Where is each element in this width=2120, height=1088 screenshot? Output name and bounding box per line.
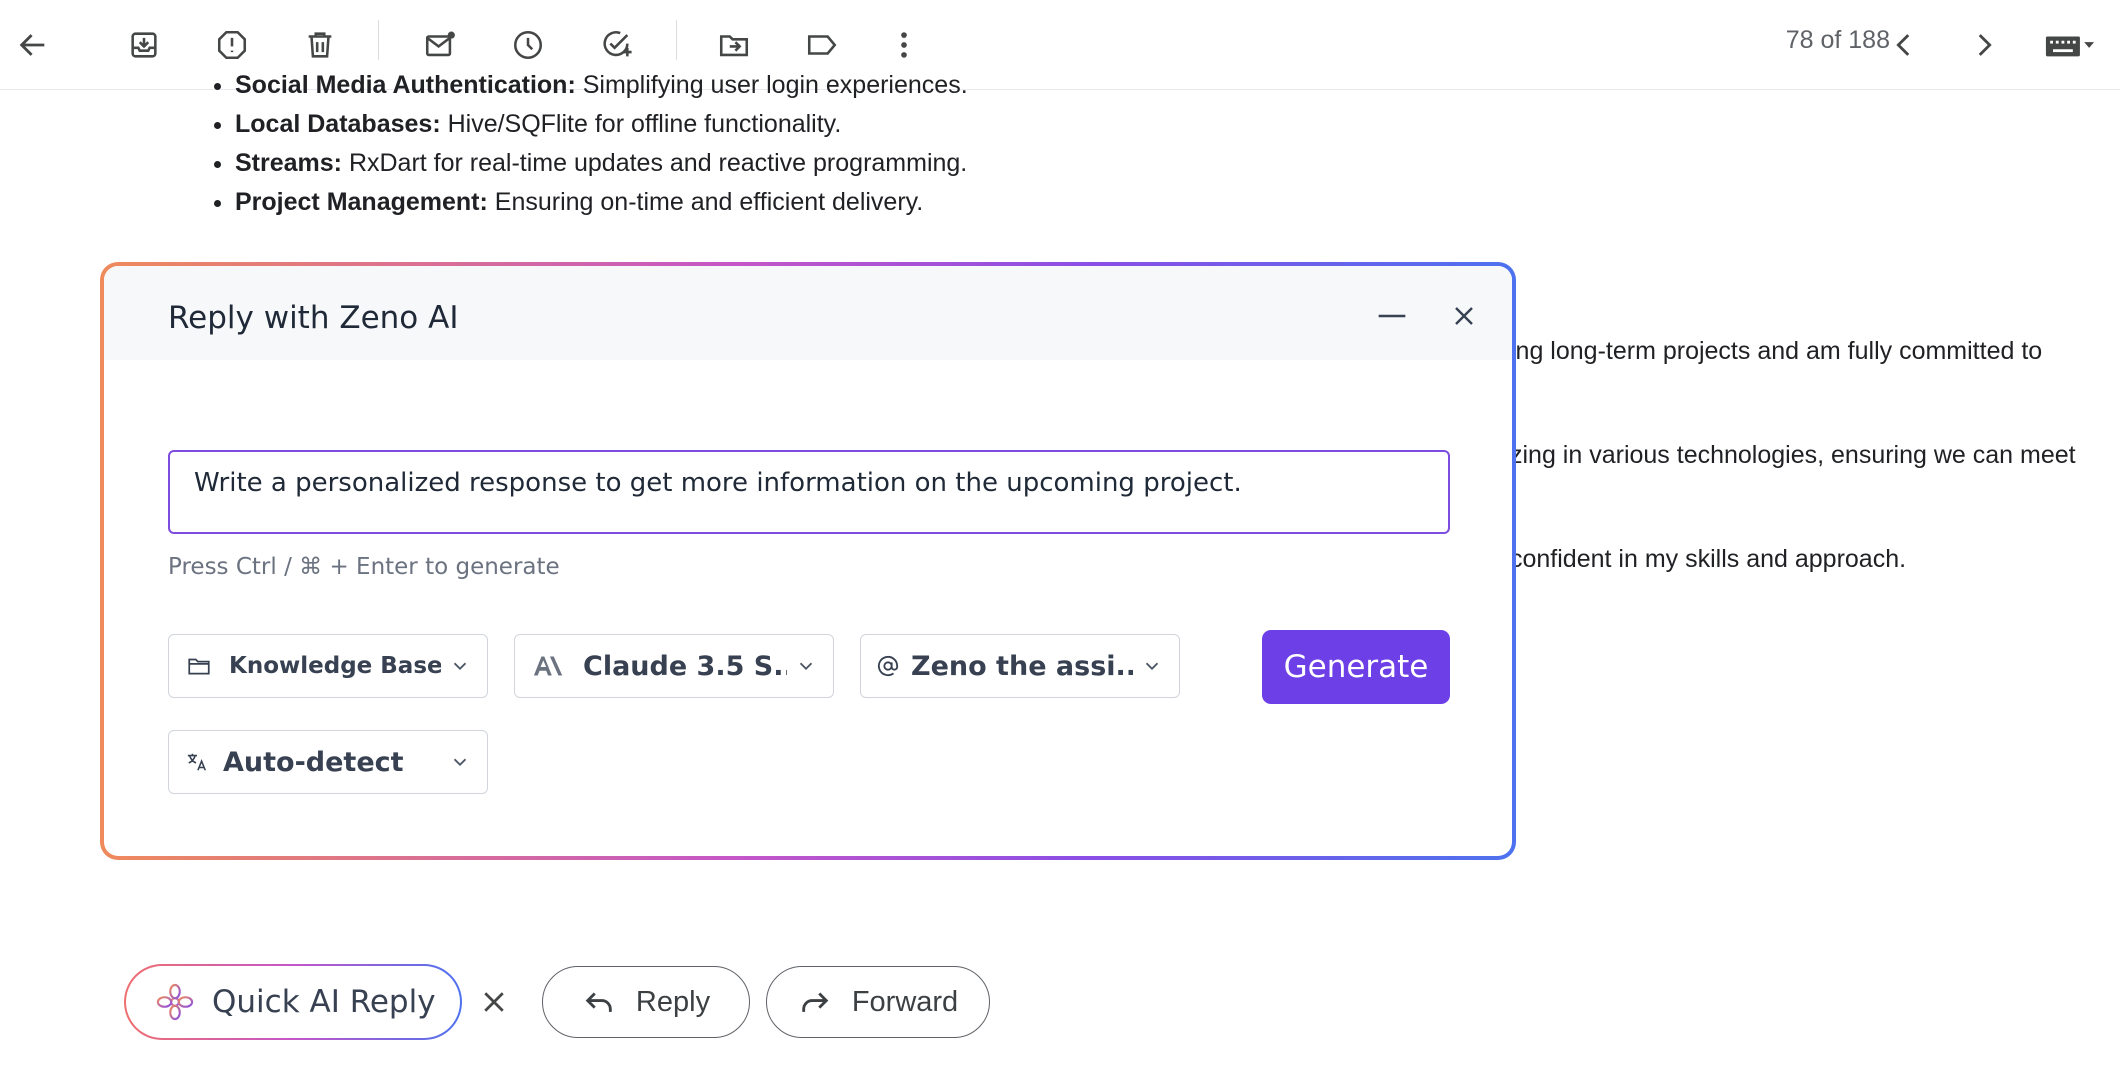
- zeno-reply-dialog: Reply with Zeno AI Press Ctrl / ⌘ + Ente…: [100, 262, 1516, 860]
- persona-label: Zeno the assi...: [911, 650, 1133, 682]
- chevron-down-icon: [1145, 662, 1159, 671]
- reply-button[interactable]: Reply: [542, 966, 750, 1038]
- prompt-input[interactable]: [168, 450, 1450, 534]
- chevron-down-icon: [453, 758, 467, 767]
- body-text-line: confident in my skills and approach.: [1510, 545, 1907, 573]
- forward-icon: [802, 992, 829, 1012]
- dismiss-quick-reply-button[interactable]: [476, 984, 512, 1020]
- quick-ai-reply-inner: Quick AI Reply: [126, 966, 460, 1038]
- close-icon: [1455, 307, 1473, 325]
- forward-label: Forward: [851, 985, 959, 1018]
- dialog-header: Reply with Zeno AI: [104, 266, 1512, 360]
- model-select[interactable]: Claude 3.5 S...: [514, 634, 834, 698]
- language-label: Auto-detect: [223, 746, 404, 778]
- quick-ai-reply-label: Quick AI Reply: [212, 984, 436, 1020]
- language-select[interactable]: Auto-detect: [168, 730, 488, 794]
- folder-icon: [185, 652, 213, 680]
- dialog-panel: Reply with Zeno AI Press Ctrl / ⌘ + Ente…: [104, 266, 1512, 856]
- flower-icon: [156, 983, 194, 1021]
- model-label: Claude 3.5 S...: [583, 650, 787, 682]
- list-item: Social Media Authentication: Simplifying…: [235, 66, 968, 105]
- dialog-title: Reply with Zeno AI: [168, 300, 459, 336]
- generate-button[interactable]: Generate: [1262, 630, 1450, 704]
- close-icon: [484, 992, 504, 1012]
- persona-select[interactable]: Zeno the assi...: [860, 634, 1180, 698]
- knowledge-base-select[interactable]: Knowledge Base: [168, 634, 488, 698]
- knowledge-base-label: Knowledge Base: [229, 653, 441, 679]
- skills-list: Social Media Authentication: Simplifying…: [210, 66, 968, 222]
- reply-label: Reply: [635, 985, 711, 1018]
- list-item: Local Databases: Hive/SQFlite for offlin…: [235, 105, 968, 144]
- close-dialog-button[interactable]: [1444, 296, 1484, 336]
- minimize-button[interactable]: [1372, 296, 1412, 336]
- quick-ai-reply-button[interactable]: Quick AI Reply: [124, 964, 462, 1040]
- chevron-down-icon: [799, 662, 813, 671]
- translate-icon: [185, 748, 209, 776]
- body-text-line: ing long-term projects and am fully comm…: [1510, 337, 2043, 365]
- body-text-line: zing in various technologies, ensuring w…: [1510, 441, 2076, 469]
- forward-button[interactable]: Forward: [766, 966, 990, 1038]
- list-item: Project Management: Ensuring on-time and…: [235, 183, 968, 222]
- keyboard-hint: Press Ctrl / ⌘ + Enter to generate: [168, 554, 560, 580]
- list-item: Streams: RxDart for real-time updates an…: [235, 144, 968, 183]
- chevron-down-icon: [453, 662, 467, 671]
- minimize-icon: [1378, 314, 1406, 318]
- anthropic-icon: [531, 652, 567, 680]
- at-sign-icon: [877, 652, 899, 680]
- reply-icon: [585, 992, 612, 1012]
